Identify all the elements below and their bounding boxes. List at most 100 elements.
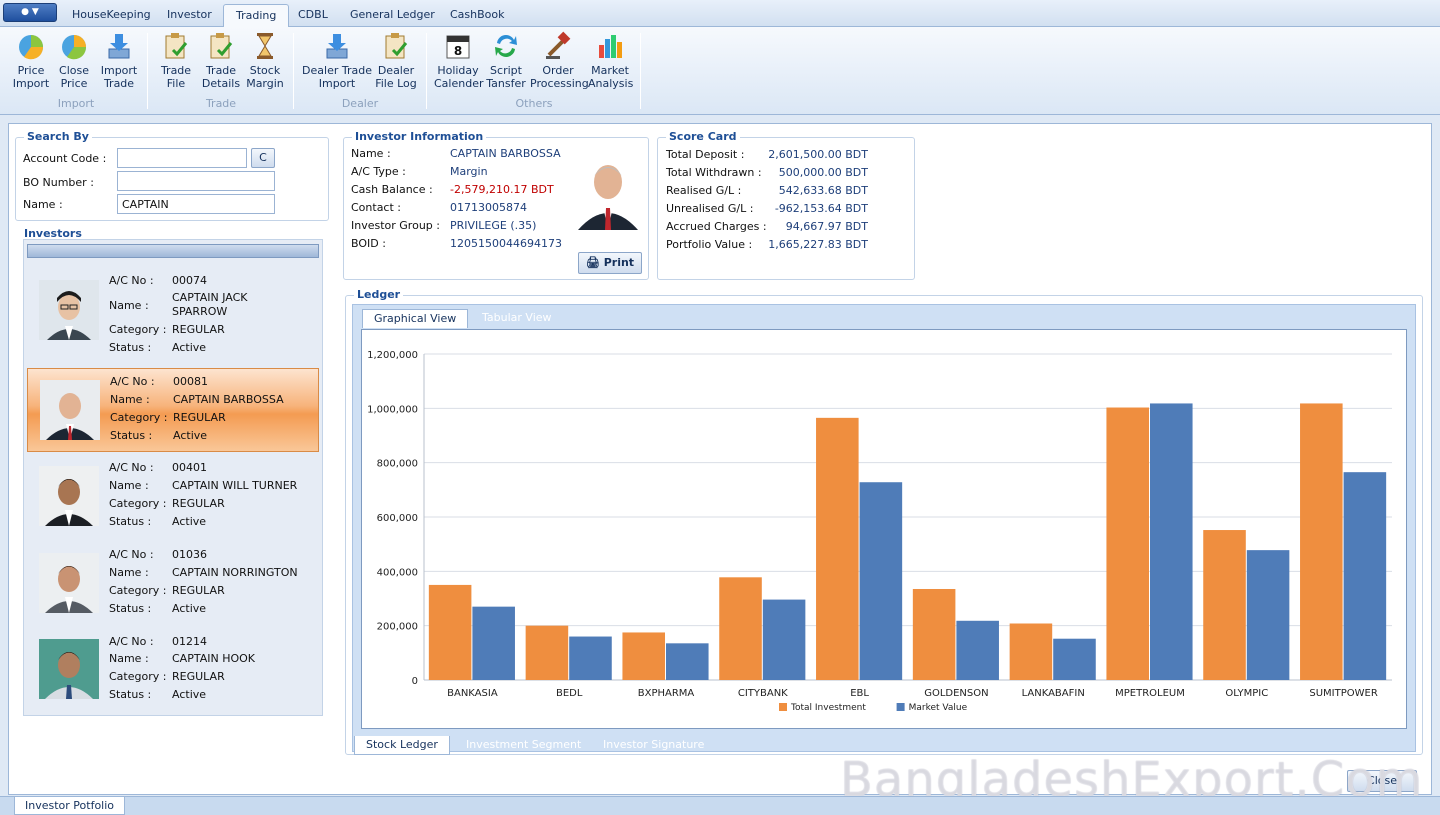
order-processing-label: Order Processing	[530, 64, 589, 90]
import-trade-icon	[108, 34, 130, 59]
investor-list-item[interactable]: A/C No : 00401 Name : CAPTAIN WILL TURNE…	[27, 455, 319, 539]
total-deposit-label: Total Deposit :	[666, 148, 745, 161]
status-label: Status :	[109, 602, 152, 615]
tab-cdbl[interactable]: CDBL	[286, 4, 340, 27]
status-value: Active	[172, 602, 207, 615]
name-value: CAPTAIN WILL TURNER	[172, 479, 298, 492]
x-tick-label: BEDL	[556, 688, 583, 699]
group-trade-label: Trade	[205, 97, 237, 110]
search-by-title: Search By	[24, 130, 92, 143]
ledger-title: Ledger	[354, 288, 404, 301]
info-ac-type-value: Margin	[450, 165, 488, 178]
market-analysis-icon	[599, 35, 622, 58]
status-value: Active	[172, 341, 207, 354]
tab-stock-ledger[interactable]: Stock Ledger	[354, 736, 450, 755]
ribbon-panel: Price Import Close Price Import Trade Impor…	[0, 27, 1440, 115]
x-tick-label: CITYBANK	[738, 688, 788, 699]
account-code-label: Account Code :	[23, 152, 107, 165]
import-trade-button[interactable]: Import Trade	[97, 31, 141, 90]
app-menu-button[interactable]: ● ▼	[3, 3, 57, 22]
investor-photo	[39, 466, 99, 526]
bar-market-value	[1053, 638, 1096, 680]
tab-cashbook[interactable]: CashBook	[438, 4, 517, 27]
investor-list-item[interactable]: A/C No : 01036 Name : CAPTAIN NORRINGTON…	[27, 542, 319, 626]
dealer-trade-import-button[interactable]: Dealer Trade Import	[302, 31, 372, 90]
name-label: Name :	[109, 299, 149, 312]
ribbon-separator	[640, 33, 641, 109]
investor-list-item-selected[interactable]: A/C No : 00081 Name : CAPTAIN BARBOSSA C…	[27, 368, 319, 452]
bar-market-value	[859, 482, 903, 680]
investor-photo-large	[574, 150, 642, 230]
name-label: Name :	[109, 652, 149, 665]
bo-number-label: BO Number :	[23, 176, 94, 189]
order-processing-button[interactable]: Order Processing	[530, 31, 589, 90]
bar-total-investment	[1203, 530, 1246, 680]
investor-information-title: Investor Information	[352, 130, 487, 143]
bar-total-investment	[428, 584, 472, 680]
bar-total-investment	[622, 632, 665, 680]
tab-trading[interactable]: Trading	[223, 4, 290, 27]
investor-portfolio-tab[interactable]: Investor Potfolio	[14, 797, 126, 815]
tab-tabular-view[interactable]: Tabular View	[471, 309, 563, 328]
bar-market-value	[666, 643, 709, 680]
x-tick-label: SUMITPOWER	[1309, 688, 1377, 699]
accrued-charges-label: Accrued Charges :	[666, 220, 767, 233]
x-tick-label: EBL	[850, 688, 869, 699]
tab-housekeeping[interactable]: HouseKeeping	[60, 4, 163, 27]
print-button[interactable]: 🖨 Print	[578, 252, 642, 274]
tab-graphical-view[interactable]: Graphical View	[362, 309, 469, 328]
stock-margin-button[interactable]: Stock Margin	[245, 31, 285, 90]
legend-label: Total Investment	[790, 703, 866, 713]
chart-frame: 0 200,000 400,000 600,000 800,000 1,000,000 1,…	[361, 329, 1407, 729]
portfolio-value-value: 1,665,227.83 BDT	[768, 238, 868, 251]
name-input[interactable]	[117, 194, 275, 214]
price-import-button[interactable]: Price Import	[10, 31, 52, 90]
legend-swatch	[896, 703, 905, 711]
market-analysis-button[interactable]: Market Analysis	[588, 31, 633, 90]
trade-file-button[interactable]: Trade File	[156, 31, 196, 90]
investor-list-item[interactable]: A/C No : 01214 Name : CAPTAIN HOOK Categ…	[27, 629, 319, 713]
tab-investor[interactable]: Investor	[155, 4, 224, 27]
dealer-file-log-label: Dealer File Log	[375, 64, 417, 90]
tab-investment-segment[interactable]: Investment Segment	[455, 736, 592, 755]
bar-market-value	[1150, 403, 1193, 680]
ribbon-separator	[147, 33, 148, 109]
dealer-file-log-button[interactable]: Dealer File Log	[375, 31, 417, 90]
bar-market-value	[762, 599, 806, 680]
status-value: Active	[172, 688, 207, 701]
y-tick-label: 600,000	[377, 513, 418, 524]
y-tick-label: 800,000	[377, 459, 418, 470]
portfolio-value-label: Portfolio Value :	[666, 238, 753, 251]
tab-general-ledger[interactable]: General Ledger	[338, 4, 447, 27]
name-value: CAPTAIN HOOK	[172, 652, 255, 665]
status-label: Status :	[109, 688, 152, 701]
bar-market-value	[472, 606, 515, 680]
trade-file-icon	[165, 33, 188, 59]
script-transfer-button[interactable]: Script Tansfer	[486, 31, 526, 90]
category-label: Category :	[109, 584, 167, 597]
bo-number-input[interactable]	[117, 171, 275, 191]
script-transfer-label: Script Tansfer	[486, 64, 526, 90]
clear-button[interactable]: C	[251, 148, 275, 168]
x-tick-label: BXPHARMA	[638, 688, 695, 699]
investor-list-item[interactable]: A/C No : 00074 Name : CAPTAIN JACK SPARR…	[27, 268, 319, 354]
ledger-chart: 0 200,000 400,000 600,000 800,000 1,000,000 1,…	[367, 350, 1392, 713]
trade-details-button[interactable]: Trade Details	[199, 31, 243, 90]
main-content: Search By Account Code : C BO Number : N…	[8, 123, 1432, 795]
info-contact-label: Contact :	[351, 201, 401, 214]
info-investor-group-value: PRIVILEGE (.35)	[450, 219, 537, 232]
close-price-button[interactable]: Close Price	[55, 31, 93, 90]
investor-photo	[39, 280, 99, 340]
x-tick-label: GOLDENSON	[924, 688, 988, 699]
ac-no-label: A/C No :	[109, 548, 154, 561]
legend-label: Market Value	[909, 703, 968, 713]
ac-no-label: A/C No :	[109, 635, 154, 648]
calendar-icon: 8	[446, 35, 470, 59]
stock-margin-icon	[257, 33, 273, 59]
ac-no-label: A/C No :	[109, 274, 154, 287]
account-code-input[interactable]	[117, 148, 247, 168]
holiday-calendar-button[interactable]: 8 Holiday Calender	[434, 31, 484, 90]
info-ac-type-label: A/C Type :	[351, 165, 406, 178]
trade-details-label: Trade Details	[201, 64, 241, 90]
tab-investor-signature[interactable]: Investor Signature	[592, 736, 715, 755]
